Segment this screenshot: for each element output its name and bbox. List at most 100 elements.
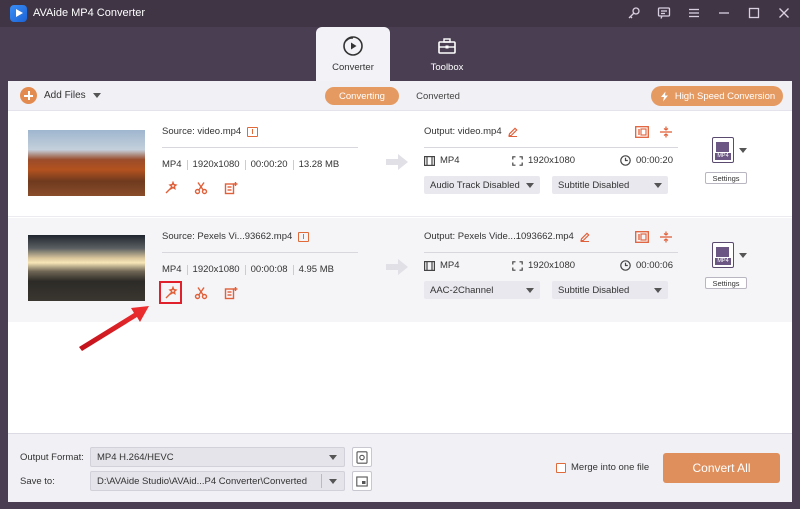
tab-converting[interactable]: Converting bbox=[325, 87, 399, 105]
edit-effect-icon[interactable] bbox=[222, 284, 239, 301]
source-info: Source: Pexels Vi...93662.mp4 bbox=[162, 231, 310, 242]
close-icon[interactable] bbox=[776, 5, 792, 21]
media-info-icon[interactable] bbox=[635, 126, 649, 138]
format-settings-button[interactable] bbox=[352, 447, 372, 467]
add-files-button[interactable]: Add Files bbox=[20, 87, 101, 104]
output-resolution: 1920x1080 bbox=[512, 260, 575, 271]
folder-icon bbox=[356, 475, 368, 487]
chevron-down-icon bbox=[654, 183, 662, 188]
subtitle-select[interactable]: Subtitle Disabled bbox=[552, 281, 668, 299]
output-format-badge[interactable]: MP4 bbox=[712, 242, 734, 268]
file-row: Source: video.mp4 MP4 1920x1080 00:00:20… bbox=[8, 113, 792, 217]
format-badge-label: MP4 bbox=[715, 258, 731, 265]
tab-converter[interactable]: Converter bbox=[316, 27, 390, 81]
output-resolution: 1920x1080 bbox=[512, 155, 575, 166]
source-info: Source: video.mp4 bbox=[162, 126, 259, 137]
source-duration: 00:00:08 bbox=[250, 264, 288, 275]
converter-icon bbox=[343, 36, 363, 56]
enhance-icon[interactable] bbox=[159, 281, 182, 304]
minimize-icon[interactable] bbox=[716, 5, 732, 21]
output-duration-text: 00:00:20 bbox=[636, 155, 673, 166]
compress-icon[interactable] bbox=[659, 126, 673, 138]
output-format-text: MP4 bbox=[440, 260, 460, 271]
output-resolution-text: 1920x1080 bbox=[528, 260, 576, 271]
output-name: Output: Pexels Vide...1093662.mp4 bbox=[424, 231, 574, 242]
output-duration: 00:00:06 bbox=[620, 260, 673, 271]
source-size: 13.28 MB bbox=[298, 159, 340, 170]
add-files-label: Add Files bbox=[44, 90, 86, 101]
source-name: Source: Pexels Vi...93662.mp4 bbox=[162, 231, 293, 242]
output-format-select[interactable]: MP4 H.264/HEVC bbox=[90, 447, 345, 467]
output-resolution-text: 1920x1080 bbox=[528, 155, 576, 166]
subtitle-value: Subtitle Disabled bbox=[558, 284, 630, 296]
clock-icon bbox=[620, 260, 631, 271]
convert-arrow-icon bbox=[386, 154, 408, 170]
main-tabs: Converter Toolbox bbox=[0, 27, 800, 81]
source-size: 4.95 MB bbox=[298, 264, 334, 275]
tab-converted[interactable]: Converted bbox=[407, 87, 469, 105]
audio-track-value: Audio Track Disabled bbox=[430, 179, 520, 191]
chevron-down-icon[interactable] bbox=[739, 148, 747, 153]
enhance-icon[interactable] bbox=[162, 179, 179, 196]
source-format: MP4 bbox=[162, 264, 182, 275]
output-format: MP4 bbox=[424, 155, 460, 166]
convert-all-button[interactable]: Convert All bbox=[663, 453, 780, 483]
tab-toolbox-label: Toolbox bbox=[430, 62, 464, 73]
chevron-down-icon bbox=[526, 288, 534, 293]
chevron-down-icon bbox=[654, 288, 662, 293]
subtitle-select[interactable]: Subtitle Disabled bbox=[552, 176, 668, 194]
output-info: Output: video.mp4 bbox=[424, 126, 518, 137]
edit-effect-icon[interactable] bbox=[222, 179, 239, 196]
annotation-arrow-icon bbox=[79, 306, 149, 351]
subtitle-value: Subtitle Disabled bbox=[558, 179, 630, 191]
compress-icon[interactable] bbox=[659, 231, 673, 243]
feedback-icon[interactable] bbox=[656, 5, 672, 21]
merge-option[interactable]: Merge into one file bbox=[556, 462, 649, 473]
audio-track-select[interactable]: AAC-2Channel bbox=[424, 281, 540, 299]
rename-pencil-icon[interactable] bbox=[580, 231, 590, 242]
divider bbox=[424, 252, 678, 253]
cut-icon[interactable] bbox=[192, 284, 209, 301]
menu-icon[interactable] bbox=[686, 5, 702, 21]
video-thumbnail[interactable] bbox=[28, 130, 145, 196]
format-settings-icon bbox=[356, 450, 368, 464]
info-icon[interactable] bbox=[247, 126, 259, 137]
source-format: MP4 bbox=[162, 159, 182, 170]
output-duration: 00:00:20 bbox=[620, 155, 673, 166]
high-speed-label: High Speed Conversion bbox=[674, 90, 776, 102]
resize-icon bbox=[512, 260, 523, 271]
high-speed-conversion-button[interactable]: High Speed Conversion bbox=[651, 86, 783, 106]
video-thumbnail[interactable] bbox=[28, 235, 145, 301]
open-folder-button[interactable] bbox=[352, 471, 372, 491]
output-format-badge[interactable]: MP4 bbox=[712, 137, 734, 163]
tab-toolbox[interactable]: Toolbox bbox=[410, 27, 484, 81]
convert-arrow-icon bbox=[386, 259, 408, 275]
chevron-down-icon[interactable] bbox=[92, 93, 101, 98]
chevron-down-icon[interactable] bbox=[329, 479, 337, 484]
output-tools bbox=[635, 126, 673, 138]
audio-track-value: AAC-2Channel bbox=[430, 284, 494, 296]
rename-pencil-icon[interactable] bbox=[507, 126, 518, 137]
title-bar: AVAide MP4 Converter bbox=[0, 0, 800, 27]
settings-button[interactable]: Settings bbox=[705, 277, 747, 289]
output-duration-text: 00:00:06 bbox=[636, 260, 673, 271]
app-title: AVAide MP4 Converter bbox=[33, 7, 146, 19]
chevron-down-icon[interactable] bbox=[739, 253, 747, 258]
media-info-icon[interactable] bbox=[635, 231, 649, 243]
chevron-down-icon bbox=[526, 183, 534, 188]
merge-checkbox[interactable] bbox=[556, 462, 566, 473]
key-icon[interactable] bbox=[626, 5, 642, 21]
output-format: MP4 bbox=[424, 260, 460, 271]
lightning-icon bbox=[660, 91, 668, 101]
source-name: Source: video.mp4 bbox=[162, 126, 242, 137]
save-to-label: Save to: bbox=[20, 476, 55, 487]
save-to-path[interactable]: D:\AVAide Studio\AVAid...P4 Converter\Co… bbox=[90, 471, 345, 491]
audio-track-select[interactable]: Audio Track Disabled bbox=[424, 176, 540, 194]
converter-panel: Add Files Converting Converted High Spee… bbox=[8, 81, 792, 502]
cut-icon[interactable] bbox=[192, 179, 209, 196]
source-duration: 00:00:20 bbox=[250, 159, 288, 170]
info-icon[interactable] bbox=[298, 231, 310, 242]
settings-button[interactable]: Settings bbox=[705, 172, 747, 184]
maximize-icon[interactable] bbox=[746, 5, 762, 21]
footer-bar: Output Format: MP4 H.264/HEVC Save to: D… bbox=[8, 433, 792, 502]
